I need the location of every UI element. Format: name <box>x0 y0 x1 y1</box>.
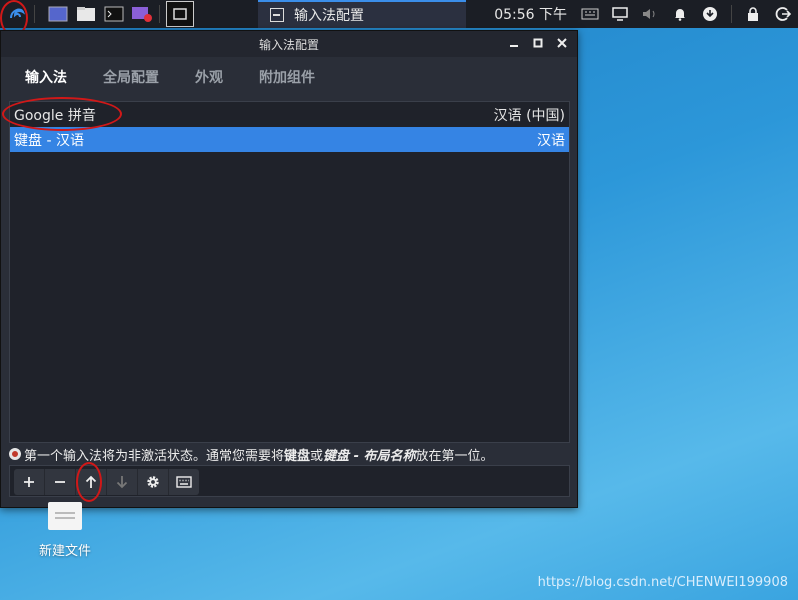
maximize-icon[interactable] <box>531 35 545 51</box>
annotation-circle-google-pinyin <box>2 97 122 131</box>
clock[interactable]: 05:56 下午 <box>494 4 567 24</box>
move-down-button[interactable] <box>107 469 138 495</box>
separator <box>731 5 732 23</box>
terminal-icon[interactable] <box>103 3 125 25</box>
screen-recorder-icon[interactable] <box>131 3 153 25</box>
hint-keyboard: 键盘 <box>284 448 311 464</box>
keyboard-icon[interactable] <box>581 5 599 23</box>
add-button[interactable] <box>14 469 45 495</box>
watermark: https://blog.csdn.net/CHENWEI199908 <box>537 575 788 590</box>
hint-keyboard-layout: 键盘 - 布局名称 <box>323 448 416 464</box>
file-manager-icon[interactable] <box>75 3 97 25</box>
logout-icon[interactable] <box>774 5 792 23</box>
taskbar-window-button[interactable]: 输入法配置 <box>258 0 466 28</box>
minimize-icon[interactable] <box>507 35 521 51</box>
document-icon <box>48 502 82 530</box>
lock-icon[interactable] <box>744 5 762 23</box>
keyboard-layout-button[interactable] <box>169 469 199 495</box>
desktop-file-icon[interactable]: 新建文件 <box>30 502 100 559</box>
arrow-down-icon <box>116 476 128 489</box>
list-toolbar <box>14 469 199 495</box>
display-icon[interactable] <box>611 5 629 23</box>
separator <box>34 5 35 23</box>
taskbar-window-title: 输入法配置 <box>294 8 364 24</box>
workspace-icon[interactable] <box>166 1 194 27</box>
window-titlebar[interactable]: 输入法配置 <box>1 31 577 57</box>
tab-bar: 输入法 全局配置 外观 附加组件 <box>1 57 577 97</box>
window-controls <box>507 35 569 51</box>
separator <box>159 5 160 23</box>
volume-icon[interactable] <box>641 5 659 23</box>
tab-input-method[interactable]: 输入法 <box>25 67 67 87</box>
first-method-warning: 第一个输入法将为非激活状态。通常您需要将 键盘 或 键盘 - 布局名称 放在第一… <box>9 444 574 464</box>
tab-global-config[interactable]: 全局配置 <box>103 67 159 87</box>
warning-icon <box>9 448 21 460</box>
list-item[interactable]: 键盘 - 汉语 汉语 <box>10 127 569 152</box>
system-tray: 05:56 下午 <box>494 0 798 28</box>
hint-text-1: 第一个输入法将为非激活状态。通常您需要将 <box>24 448 285 464</box>
plus-icon <box>24 477 34 487</box>
gear-icon <box>147 476 159 488</box>
update-icon[interactable] <box>701 5 719 23</box>
tab-appearance[interactable]: 外观 <box>195 67 223 87</box>
input-method-list: Google 拼音 汉语 (中国) 键盘 - 汉语 汉语 <box>9 101 570 443</box>
input-method-language: 汉语 (中国) <box>493 107 565 124</box>
taskbar: 输入法配置 05:56 下午 <box>0 0 798 28</box>
window-icon <box>270 8 284 22</box>
keyboard-icon <box>176 476 192 488</box>
input-method-name: 键盘 - 汉语 <box>14 132 84 149</box>
annotation-circle-move-up <box>76 462 102 502</box>
remove-button[interactable] <box>45 469 76 495</box>
window-title: 输入法配置 <box>258 37 319 52</box>
configure-button[interactable] <box>138 469 169 495</box>
input-method-language: 汉语 <box>537 132 565 149</box>
hint-text-2: 放在第一位。 <box>415 448 494 464</box>
notification-icon[interactable] <box>671 5 689 23</box>
desktop-file-label: 新建文件 <box>38 544 91 559</box>
minus-icon <box>55 481 65 483</box>
close-icon[interactable] <box>555 35 569 51</box>
desktop-icon[interactable] <box>47 3 69 25</box>
tab-addons[interactable]: 附加组件 <box>259 67 315 87</box>
hint-or: 或 <box>310 448 324 464</box>
